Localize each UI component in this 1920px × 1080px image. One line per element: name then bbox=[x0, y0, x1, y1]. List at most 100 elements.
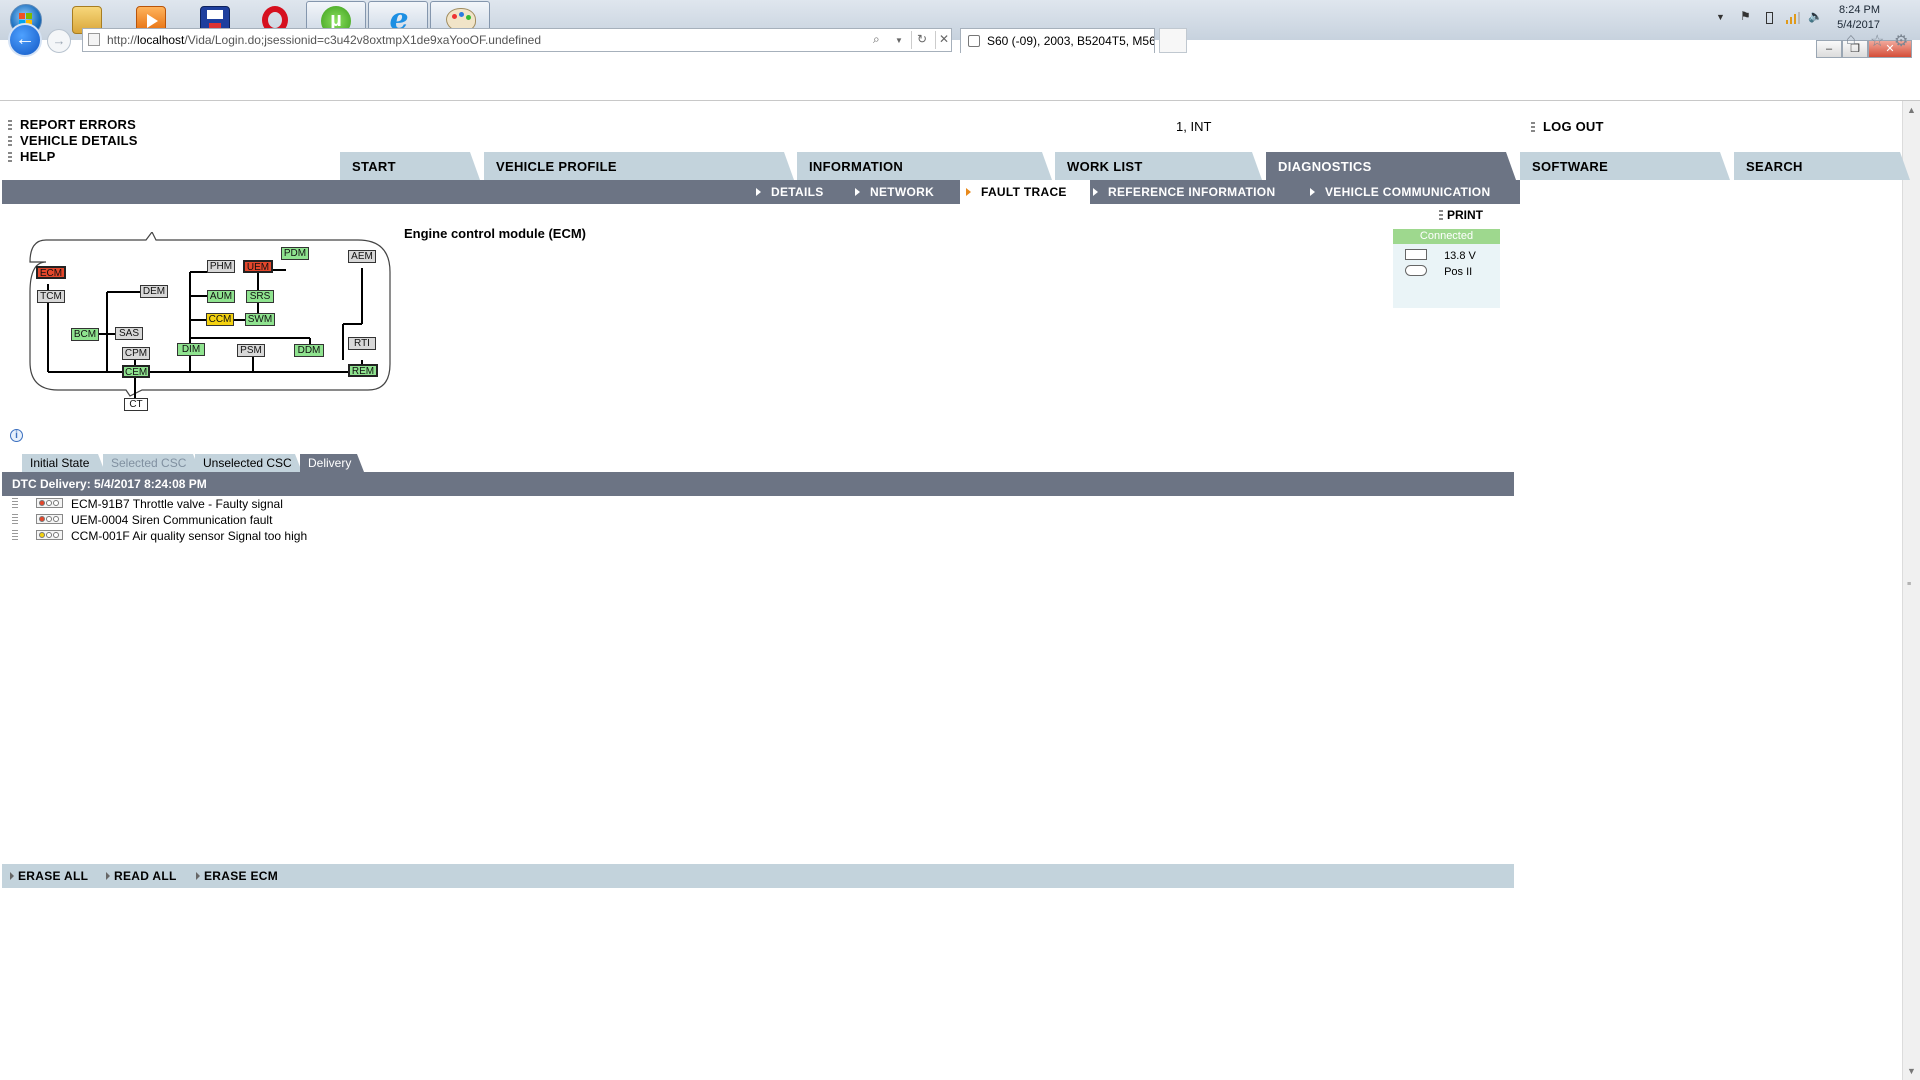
report-errors-link[interactable]: REPORT ERRORS bbox=[8, 117, 136, 132]
back-button[interactable]: ← bbox=[8, 23, 42, 57]
dtc-actions-bar: ERASE ALL READ ALL ERASE ECM bbox=[2, 864, 1514, 888]
vertical-scrollbar[interactable]: ▲ ≡ ▼ bbox=[1902, 101, 1920, 1080]
tab-delivery[interactable]: Delivery bbox=[300, 454, 364, 472]
node-aum[interactable]: AUM bbox=[207, 290, 235, 303]
address-bar[interactable]: http://localhost/Vida/Login.do;jsessioni… bbox=[82, 28, 952, 52]
tab-search[interactable]: SEARCH bbox=[1734, 152, 1910, 180]
subtab-reference-information[interactable]: REFERENCE INFORMATION bbox=[1093, 185, 1275, 199]
expand-grip-icon[interactable] bbox=[12, 530, 18, 540]
node-rti[interactable]: RTI bbox=[348, 337, 376, 350]
node-pdm[interactable]: PDM bbox=[281, 247, 309, 260]
node-aem[interactable]: AEM bbox=[348, 250, 376, 263]
scroll-grip-icon[interactable]: ≡ bbox=[1907, 581, 1911, 588]
fault-status-lights-icon bbox=[36, 530, 63, 540]
minimize-button[interactable]: – bbox=[1816, 40, 1842, 58]
tab-diagnostics[interactable]: DIAGNOSTICS bbox=[1266, 152, 1516, 180]
subtab-fault-trace[interactable]: FAULT TRACE bbox=[960, 180, 1090, 204]
home-icon[interactable]: ⌂ bbox=[1846, 31, 1856, 49]
arrow-right-icon bbox=[756, 188, 761, 196]
read-all-button[interactable]: READ ALL bbox=[106, 869, 177, 883]
arrow-right-icon bbox=[196, 872, 200, 880]
flag-icon[interactable]: ⚑ bbox=[1740, 9, 1752, 23]
node-bcm[interactable]: BCM bbox=[71, 328, 99, 341]
stop-icon[interactable]: ✕ bbox=[939, 32, 949, 46]
battery-icon[interactable] bbox=[1766, 12, 1773, 24]
node-ct[interactable]: CT bbox=[124, 398, 148, 411]
tray-chevron-icon[interactable]: ▼ bbox=[1716, 12, 1728, 24]
node-cem[interactable]: CEM bbox=[122, 365, 150, 378]
forward-button[interactable]: → bbox=[47, 29, 71, 53]
tab-initial-state[interactable]: Initial State bbox=[22, 454, 105, 472]
dtc-text: CCM-001F Air quality sensor Signal too h… bbox=[71, 529, 308, 543]
node-tcm[interactable]: TCM bbox=[37, 290, 65, 303]
tab-work-list[interactable]: WORK LIST bbox=[1055, 152, 1262, 180]
settings-gear-icon[interactable]: ⚙ bbox=[1894, 31, 1908, 51]
favorites-star-icon[interactable]: ☆ bbox=[1870, 31, 1884, 51]
node-srs[interactable]: SRS bbox=[246, 290, 274, 303]
tab-information[interactable]: INFORMATION bbox=[797, 152, 1052, 180]
tray-clock[interactable]: 8:24 PM 5/4/2017 bbox=[1837, 3, 1880, 33]
expand-grip-icon[interactable] bbox=[12, 514, 18, 524]
node-phm[interactable]: PHM bbox=[207, 260, 235, 273]
search-icon[interactable]: ⌕ bbox=[873, 32, 880, 47]
dtc-text: ECM-91B7 Throttle valve - Faulty signal bbox=[71, 497, 283, 511]
tab-software[interactable]: SOFTWARE bbox=[1520, 152, 1730, 180]
logout-link[interactable]: LOG OUT bbox=[1531, 119, 1604, 134]
vehicle-network-diagram: ECM TCM DEM BCM SAS CPM CEM CT PHM UEM P… bbox=[28, 232, 392, 411]
node-ddm[interactable]: DDM bbox=[294, 344, 324, 357]
erase-ecm-button[interactable]: ERASE ECM bbox=[196, 869, 278, 883]
node-dim[interactable]: DIM bbox=[177, 343, 205, 356]
node-ccm[interactable]: CCM bbox=[206, 313, 234, 326]
subtab-details[interactable]: DETAILS bbox=[756, 185, 824, 199]
tab-title: S60 (-09), 2003, B5204T5, M56,... bbox=[987, 34, 1155, 48]
node-uem[interactable]: UEM bbox=[243, 260, 273, 273]
node-dem[interactable]: DEM bbox=[140, 285, 168, 298]
scroll-down-icon[interactable]: ▼ bbox=[1907, 1066, 1916, 1076]
node-cpm[interactable]: CPM bbox=[122, 347, 150, 360]
tab-unselected-csc[interactable]: Unselected CSC bbox=[195, 454, 302, 472]
ignition-key-icon bbox=[1405, 265, 1427, 276]
voltage-row: 13.8 V bbox=[1405, 249, 1476, 262]
new-tab-button[interactable] bbox=[1159, 28, 1187, 53]
speaker-icon[interactable]: 🔈 bbox=[1808, 9, 1823, 23]
help-link[interactable]: HELP bbox=[8, 149, 55, 164]
node-ecm[interactable]: ECM bbox=[36, 266, 66, 279]
fault-status-lights-icon bbox=[36, 514, 63, 524]
signal-icon[interactable] bbox=[1786, 12, 1800, 24]
info-icon[interactable]: i bbox=[10, 429, 23, 442]
back-arrow-icon: ← bbox=[15, 28, 35, 50]
vehicle-details-link[interactable]: VEHICLE DETAILS bbox=[8, 133, 138, 148]
node-sas[interactable]: SAS bbox=[115, 327, 143, 340]
node-rem[interactable]: REM bbox=[348, 364, 378, 377]
divider bbox=[935, 31, 936, 49]
user-label: 1, INT bbox=[1176, 119, 1212, 134]
battery-icon bbox=[1405, 249, 1427, 260]
voltage-value: 13.8 V bbox=[1444, 250, 1476, 262]
subtab-network[interactable]: NETWORK bbox=[855, 185, 934, 199]
url-text: http://localhost/Vida/Login.do;jsessioni… bbox=[107, 33, 542, 47]
refresh-icon[interactable]: ↻ bbox=[917, 32, 927, 46]
subtab-vehicle-communication[interactable]: VEHICLE COMMUNICATION bbox=[1310, 185, 1490, 199]
connection-status: Connected bbox=[1393, 229, 1500, 244]
browser-tab[interactable]: S60 (-09), 2003, B5204T5, M56,... bbox=[960, 28, 1155, 53]
node-swm[interactable]: SWM bbox=[245, 313, 275, 326]
erase-all-button[interactable]: ERASE ALL bbox=[10, 869, 88, 883]
grip-icon bbox=[1531, 122, 1535, 132]
expand-grip-icon[interactable] bbox=[12, 498, 18, 508]
print-link[interactable]: PRINT bbox=[1439, 208, 1483, 222]
tab-selected-csc[interactable]: Selected CSC bbox=[103, 454, 200, 472]
forward-arrow-icon: → bbox=[52, 33, 66, 48]
grip-icon bbox=[8, 120, 12, 130]
dtc-text: UEM-0004 Siren Communication fault bbox=[71, 513, 273, 527]
tab-vehicle-profile[interactable]: VEHICLE PROFILE bbox=[484, 152, 794, 180]
grip-icon bbox=[8, 136, 12, 146]
node-psm[interactable]: PSM bbox=[237, 344, 265, 357]
tray-time: 8:24 PM bbox=[1839, 4, 1880, 16]
scroll-up-icon[interactable]: ▲ bbox=[1907, 105, 1916, 115]
tab-start[interactable]: START bbox=[340, 152, 480, 180]
divider bbox=[911, 31, 912, 49]
grip-icon bbox=[1439, 210, 1443, 220]
dropdown-icon[interactable]: ▼ bbox=[895, 36, 903, 45]
arrow-right-icon bbox=[106, 872, 110, 880]
arrow-right-icon bbox=[966, 188, 971, 196]
